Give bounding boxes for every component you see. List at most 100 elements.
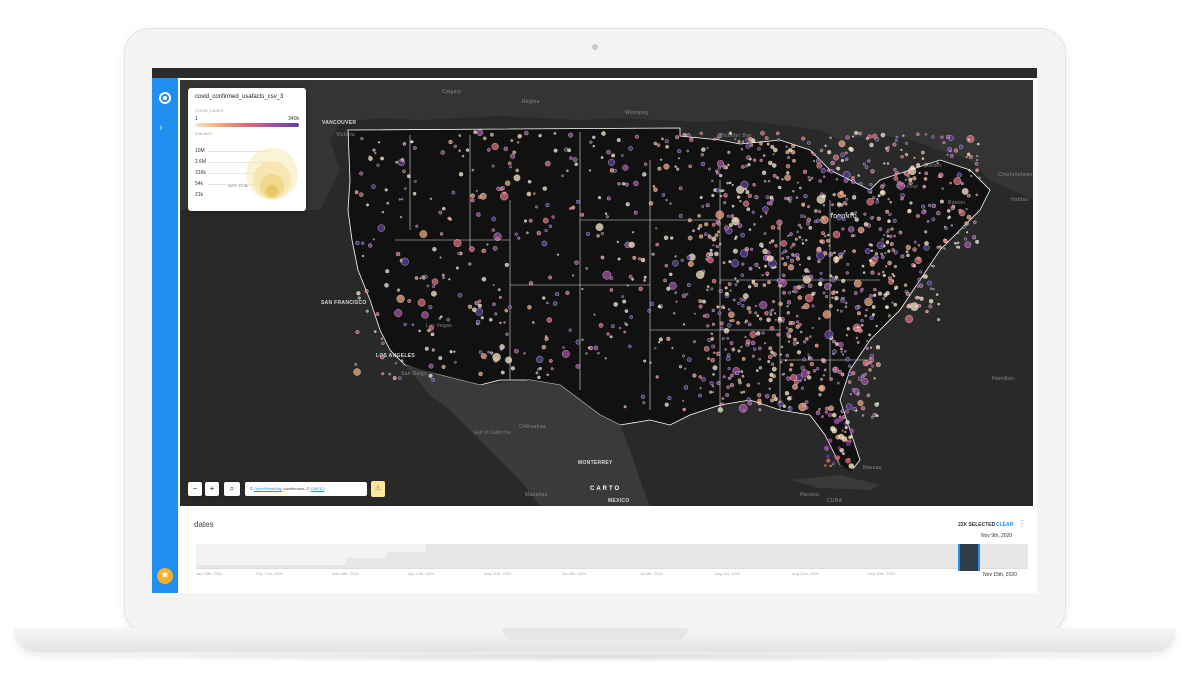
covid-point[interactable] bbox=[807, 205, 811, 209]
covid-point[interactable] bbox=[388, 372, 391, 376]
covid-point[interactable] bbox=[792, 190, 795, 193]
covid-point[interactable] bbox=[797, 223, 801, 227]
covid-point[interactable] bbox=[626, 284, 630, 287]
covid-point[interactable] bbox=[384, 283, 389, 288]
covid-point[interactable] bbox=[655, 375, 659, 379]
covid-point[interactable] bbox=[374, 151, 377, 155]
covid-point[interactable] bbox=[870, 346, 873, 349]
covid-point[interactable] bbox=[698, 393, 702, 398]
covid-point[interactable] bbox=[400, 257, 409, 266]
covid-point[interactable] bbox=[757, 398, 762, 403]
covid-point[interactable] bbox=[451, 190, 456, 195]
covid-point[interactable] bbox=[726, 214, 730, 218]
covid-point[interactable] bbox=[783, 262, 788, 267]
covid-point[interactable] bbox=[669, 202, 672, 205]
covid-point[interactable] bbox=[905, 291, 910, 296]
covid-point[interactable] bbox=[885, 230, 889, 234]
covid-point[interactable] bbox=[910, 165, 915, 170]
covid-point[interactable] bbox=[771, 374, 776, 379]
covid-point[interactable] bbox=[828, 405, 834, 412]
covid-point[interactable] bbox=[719, 321, 724, 326]
covid-point[interactable] bbox=[777, 185, 782, 190]
covid-point[interactable] bbox=[729, 319, 732, 322]
covid-point[interactable] bbox=[721, 305, 725, 309]
covid-point[interactable] bbox=[816, 218, 820, 223]
covid-point[interactable] bbox=[851, 388, 856, 392]
covid-point[interactable] bbox=[893, 250, 898, 255]
covid-point[interactable] bbox=[656, 143, 661, 147]
covid-point[interactable] bbox=[966, 193, 971, 198]
covid-point[interactable] bbox=[905, 315, 914, 323]
covid-point[interactable] bbox=[407, 299, 412, 303]
covid-point[interactable] bbox=[806, 217, 812, 223]
covid-point[interactable] bbox=[803, 215, 807, 218]
covid-point[interactable] bbox=[641, 394, 646, 399]
covid-point[interactable] bbox=[417, 298, 426, 307]
covid-point[interactable] bbox=[740, 345, 743, 349]
covid-point[interactable] bbox=[705, 253, 710, 257]
covid-point[interactable] bbox=[887, 260, 892, 266]
covid-point[interactable] bbox=[528, 218, 533, 223]
covid-point[interactable] bbox=[628, 344, 632, 349]
covid-point[interactable] bbox=[885, 209, 889, 214]
covid-point[interactable] bbox=[824, 464, 827, 467]
covid-point[interactable] bbox=[819, 239, 824, 244]
covid-point[interactable] bbox=[698, 375, 702, 379]
covid-point[interactable] bbox=[431, 348, 435, 352]
covid-point[interactable] bbox=[916, 163, 921, 168]
covid-point[interactable] bbox=[458, 149, 461, 152]
covid-point[interactable] bbox=[504, 262, 509, 267]
covid-point[interactable] bbox=[740, 180, 749, 189]
covid-point[interactable] bbox=[719, 281, 722, 284]
covid-point[interactable] bbox=[734, 138, 737, 141]
covid-point[interactable] bbox=[723, 193, 728, 198]
covid-point[interactable] bbox=[754, 311, 758, 315]
covid-point[interactable] bbox=[840, 372, 845, 377]
covid-point[interactable] bbox=[900, 193, 905, 198]
covid-point[interactable] bbox=[895, 135, 898, 139]
covid-point[interactable] bbox=[906, 253, 910, 258]
covid-point[interactable] bbox=[920, 150, 925, 155]
covid-point[interactable] bbox=[710, 336, 714, 341]
covid-point[interactable] bbox=[937, 302, 940, 306]
covid-point[interactable] bbox=[792, 384, 798, 390]
covid-point[interactable] bbox=[956, 172, 962, 178]
timeline-menu-icon[interactable]: ⋮ bbox=[1018, 519, 1026, 528]
covid-point[interactable] bbox=[831, 461, 836, 466]
covid-point[interactable] bbox=[843, 194, 847, 198]
covid-point[interactable] bbox=[923, 177, 928, 181]
covid-point[interactable] bbox=[365, 309, 369, 313]
covid-point[interactable] bbox=[432, 247, 437, 252]
covid-point[interactable] bbox=[821, 194, 827, 199]
covid-point[interactable] bbox=[725, 393, 729, 397]
covid-point[interactable] bbox=[872, 413, 877, 417]
covid-point[interactable] bbox=[786, 300, 792, 305]
covid-point[interactable] bbox=[740, 273, 744, 277]
covid-points-layer[interactable] bbox=[180, 80, 1033, 506]
covid-point[interactable] bbox=[875, 324, 878, 328]
covid-point[interactable] bbox=[845, 457, 851, 464]
covid-point[interactable] bbox=[773, 147, 778, 153]
covid-point[interactable] bbox=[765, 195, 770, 200]
covid-point[interactable] bbox=[372, 148, 376, 152]
covid-point[interactable] bbox=[377, 141, 381, 144]
covid-point[interactable] bbox=[548, 359, 553, 363]
covid-point[interactable] bbox=[801, 305, 805, 310]
covid-point[interactable] bbox=[835, 257, 838, 260]
covid-point[interactable] bbox=[715, 244, 719, 249]
covid-point[interactable] bbox=[687, 283, 691, 287]
covid-point[interactable] bbox=[924, 171, 929, 176]
covid-point[interactable] bbox=[856, 341, 860, 344]
covid-point[interactable] bbox=[756, 314, 760, 318]
covid-point[interactable] bbox=[823, 445, 830, 451]
covid-point[interactable] bbox=[717, 166, 721, 170]
covid-point[interactable] bbox=[736, 195, 741, 199]
covid-point[interactable] bbox=[904, 152, 909, 157]
covid-point[interactable] bbox=[741, 357, 746, 361]
covid-point[interactable] bbox=[622, 164, 629, 171]
covid-point[interactable] bbox=[431, 278, 439, 285]
covid-point[interactable] bbox=[887, 249, 891, 253]
covid-point[interactable] bbox=[891, 301, 894, 304]
covid-point[interactable] bbox=[742, 390, 746, 394]
covid-point[interactable] bbox=[380, 156, 384, 161]
